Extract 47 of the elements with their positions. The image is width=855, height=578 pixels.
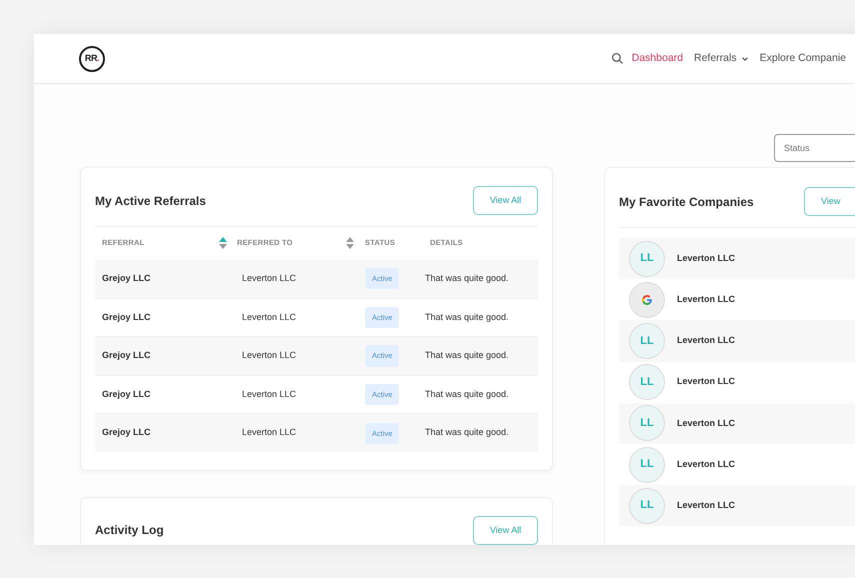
table-cell: That was quite good. xyxy=(425,427,509,438)
search-icon[interactable] xyxy=(610,52,624,65)
company-name: Leverton LLC xyxy=(677,293,736,306)
nav-link[interactable]: Referrals xyxy=(694,50,749,66)
company-avatar: LL xyxy=(629,322,665,359)
sort-icon[interactable] xyxy=(346,237,354,249)
company-name: Leverton LLC xyxy=(677,252,736,265)
company-row[interactable]: LL Leverton LLC xyxy=(619,485,855,526)
g-logo-icon xyxy=(641,294,653,306)
card-title: My Favorite Companies xyxy=(619,194,754,210)
table-cell: Leverton LLC xyxy=(242,350,296,360)
company-avatar: LL xyxy=(629,364,665,400)
company-row[interactable]: LL Leverton LLC xyxy=(619,362,855,403)
table-cell: Leverton LLC xyxy=(242,427,296,438)
table-cell: Grejoy LLC xyxy=(102,272,151,283)
table-cell: Leverton LLC xyxy=(242,272,296,283)
company-avatar: LL xyxy=(629,446,665,483)
table-cell: That was quite good. xyxy=(425,350,509,360)
card-title: My Active Referrals xyxy=(95,192,206,210)
nav-link[interactable]: Dashboard xyxy=(632,50,683,66)
company-row[interactable]: LL Leverton LLC xyxy=(619,402,855,444)
company-row[interactable]: LL Leverton LLC xyxy=(619,238,855,280)
table-cell: Leverton LLC xyxy=(242,388,296,399)
chevron-down-icon xyxy=(740,54,749,62)
table-cell: That was quite good. xyxy=(425,272,509,283)
company-name: Leverton LLC xyxy=(677,375,736,388)
status-filter-field[interactable]: Status xyxy=(774,134,855,162)
sort-icon[interactable] xyxy=(219,237,227,249)
logo[interactable]: RR. xyxy=(79,46,105,72)
table-cell: Grejoy LLC xyxy=(102,427,151,438)
table-cell: Grejoy LLC xyxy=(102,388,151,399)
company-avatar: LL xyxy=(629,405,665,442)
nav-link[interactable]: Explore Companie xyxy=(760,50,846,66)
table-cell: Grejoy LLC xyxy=(102,312,151,322)
company-row[interactable]: LL Leverton LLC xyxy=(619,320,855,362)
table-cell: That was quite good. xyxy=(425,388,509,399)
company-name: Leverton LLC xyxy=(677,334,736,348)
table-cell: Leverton LLC xyxy=(242,312,296,322)
company-avatar: LL xyxy=(629,240,665,277)
table-cell: Grejoy LLC xyxy=(102,350,151,360)
table-cell: That was quite good. xyxy=(425,312,509,322)
company-avatar: LL xyxy=(629,488,665,524)
company-row[interactable]: Leverton LLC xyxy=(619,279,855,320)
company-name: Leverton LLC xyxy=(677,498,736,512)
company-name: Leverton LLC xyxy=(677,458,736,471)
card-title: Activity Log xyxy=(95,522,164,540)
company-name: Leverton LLC xyxy=(677,416,736,430)
